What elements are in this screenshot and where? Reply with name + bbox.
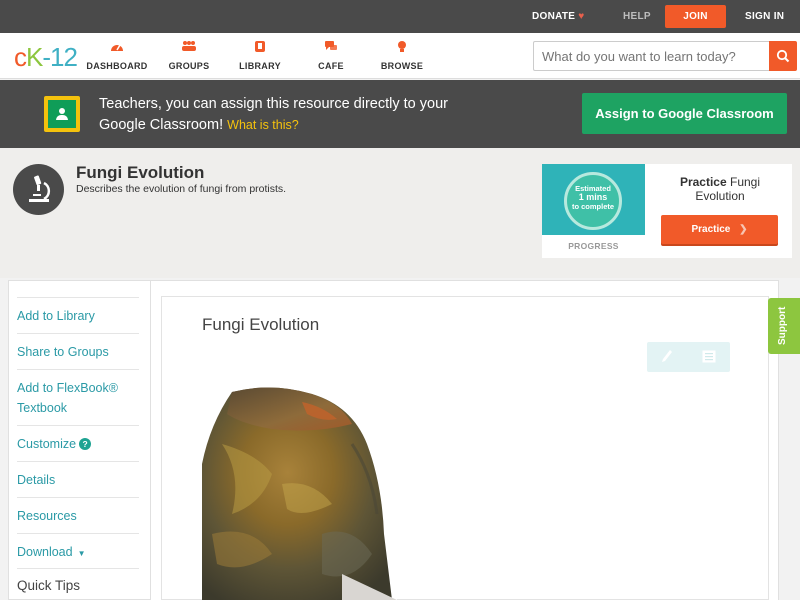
logo-c: c: [14, 42, 27, 72]
google-classroom-icon: [44, 96, 80, 132]
nav-dashboard-label: DASHBOARD: [86, 61, 148, 71]
estimate-mins: 1 mins: [578, 192, 608, 202]
browse-icon: [367, 40, 437, 56]
sign-in-link[interactable]: SIGN IN: [745, 0, 784, 33]
nav-library-label: LIBRARY: [239, 61, 281, 71]
heart-icon: ♥: [578, 11, 585, 22]
sidebar-download-label: Download: [17, 545, 73, 559]
nav-groups-label: GROUPS: [168, 61, 210, 71]
search-icon: [776, 49, 790, 63]
what-is-this-link[interactable]: What is this?: [227, 118, 299, 132]
microscope-icon: [13, 164, 64, 215]
practice-thumbnail: Estimated 1 mins to complete: [542, 164, 645, 235]
sidebar-add-to-flexbook[interactable]: Add to FlexBook® Textbook: [17, 369, 139, 418]
pencil-icon[interactable]: [661, 349, 673, 363]
help-link[interactable]: HELP: [623, 0, 651, 33]
notes-icon[interactable]: [702, 350, 716, 363]
practice-title-bold: Practice: [679, 175, 727, 189]
sidebar-share-to-groups[interactable]: Share to Groups: [17, 333, 139, 362]
concept-header: Fungi Evolution Describes the evolution …: [0, 148, 800, 278]
sidebar-details[interactable]: Details: [17, 461, 139, 490]
sidebar-add-to-library[interactable]: Add to Library: [17, 297, 139, 326]
sidebar-customize-label: Customize: [17, 437, 77, 451]
fungi-rock-image: [202, 384, 397, 600]
sidebar-resources[interactable]: Resources: [17, 497, 139, 526]
progress-label: PROGRESS: [568, 241, 619, 251]
donate-link[interactable]: DONATE ♥: [532, 0, 585, 33]
dashboard-icon: [82, 40, 152, 56]
nav-library[interactable]: LIBRARY: [225, 40, 295, 71]
search-input[interactable]: [533, 41, 770, 71]
estimate-text: Estimated 1 mins to complete: [564, 184, 622, 211]
library-icon: [225, 40, 295, 56]
sidebar-download[interactable]: Download ▼: [17, 533, 139, 564]
nav-browse-label: BROWSE: [380, 61, 424, 71]
practice-button-label: Practice: [691, 224, 731, 235]
nav-dashboard[interactable]: DASHBOARD: [82, 40, 152, 71]
nav-groups[interactable]: GROUPS: [154, 40, 224, 71]
nav-browse[interactable]: BROWSE: [367, 40, 437, 71]
search-button[interactable]: [769, 41, 797, 71]
content-tools: [647, 342, 730, 372]
sidebar-customize[interactable]: Customize?: [17, 425, 139, 454]
main-navbar: cK-12 DASHBOARD GROUPS LIBRARY CAFE BROW…: [0, 33, 800, 79]
estimate-complete: to complete: [571, 202, 615, 211]
left-sidebar: Add to Library Share to Groups Add to Fl…: [8, 280, 151, 600]
content-title: Fungi Evolution: [202, 315, 320, 334]
nav-cafe[interactable]: CAFE: [296, 40, 366, 71]
quick-tips-heading[interactable]: Quick Tips: [17, 568, 139, 593]
ck12-logo[interactable]: cK-12: [14, 42, 78, 73]
practice-button[interactable]: Practice ❯: [661, 215, 778, 244]
logo-k: K: [26, 42, 43, 72]
cafe-icon: [296, 40, 366, 56]
practice-card: Estimated 1 mins to complete PROGRESS Pr…: [542, 164, 792, 258]
chevron-right-icon: ❯: [739, 224, 748, 235]
donate-label: DONATE: [532, 11, 576, 22]
help-icon[interactable]: ?: [79, 438, 92, 450]
google-classroom-banner: Teachers, you can assign this resource d…: [0, 80, 800, 148]
top-utility-bar: DONATE ♥ HELP JOIN SIGN IN: [0, 0, 800, 33]
practice-title: Practice Fungi Evolution: [660, 175, 780, 203]
page-title: Fungi Evolution: [76, 163, 205, 182]
groups-icon: [154, 40, 224, 56]
nav-cafe-label: CAFE: [318, 61, 344, 71]
join-button[interactable]: JOIN: [665, 5, 726, 28]
page-description: Describes the evolution of fungi from pr…: [76, 183, 287, 195]
logo-12: -12: [42, 42, 78, 72]
support-tab[interactable]: Support: [768, 298, 800, 354]
support-tab-label: Support: [777, 306, 788, 345]
caret-down-icon: ▼: [77, 549, 86, 558]
assign-google-classroom-button[interactable]: Assign to Google Classroom: [582, 93, 787, 134]
classroom-banner-text: Teachers, you can assign this resource d…: [99, 94, 459, 136]
